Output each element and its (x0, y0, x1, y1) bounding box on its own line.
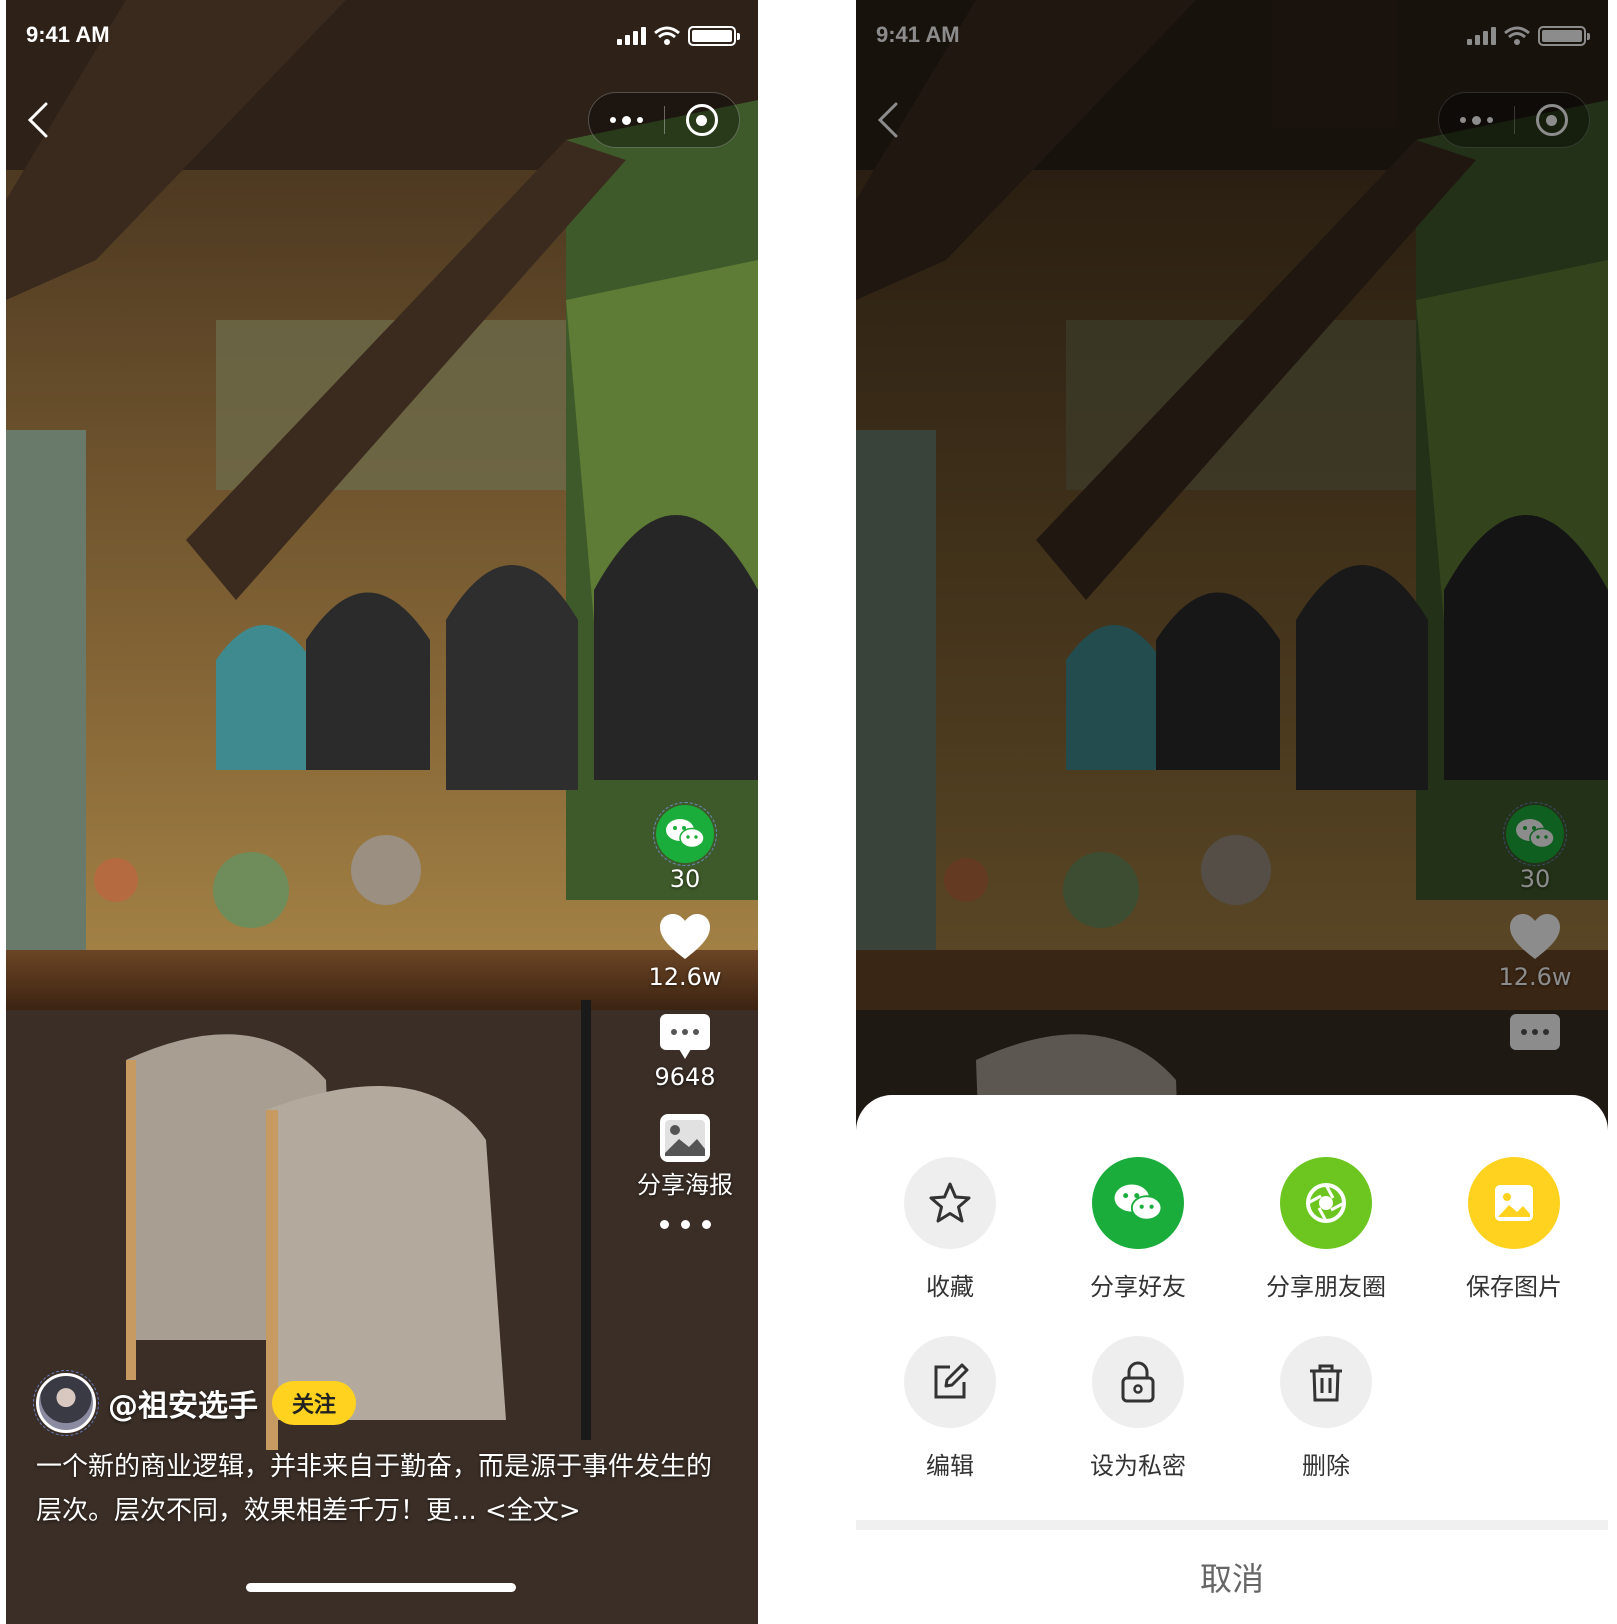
home-indicator (246, 1583, 516, 1592)
wechat-icon (653, 802, 717, 866)
trash-icon (1280, 1336, 1372, 1428)
edit-option[interactable]: 编辑 (856, 1336, 1044, 1481)
set-private-label: 设为私密 (1090, 1452, 1186, 1480)
save-image-label: 保存图片 (1466, 1273, 1562, 1301)
miniprogram-capsule (588, 92, 740, 148)
avatar[interactable] (33, 1370, 99, 1436)
image-icon (1468, 1157, 1560, 1249)
comment-icon (659, 1014, 710, 1059)
wechat-share-count: 30 (669, 865, 701, 893)
delete-label: 删除 (1302, 1452, 1350, 1480)
feed-screen: 9:41 AM 30 12.6w 9648 分享海报 @祖安选手 关注 一个新的… (6, 0, 758, 1624)
share-moments-label: 分享朋友圈 (1266, 1273, 1386, 1301)
wechat-icon (1092, 1157, 1184, 1249)
comment-action[interactable]: 9648 (654, 1013, 716, 1091)
sheet-divider (856, 1520, 1608, 1530)
set-private-option[interactable]: 设为私密 (1044, 1336, 1232, 1481)
follow-button[interactable]: 关注 (272, 1381, 357, 1425)
share-options-grid: 收藏 分享好友 分享朋友圈 保存图片 编辑 设为私密 删除 (856, 1157, 1608, 1481)
share-sheet-screen: 9:41 AM 30 12.6w 收藏 分享好友 分享朋友圈 保存图片 编辑 设… (856, 0, 1608, 1624)
lock-icon (1092, 1336, 1184, 1428)
share-moments-option[interactable]: 分享朋友圈 (1232, 1157, 1420, 1302)
favorite-label: 收藏 (926, 1273, 974, 1301)
share-poster-label: 分享海报 (637, 1171, 733, 1199)
cancel-button[interactable]: 取消 (856, 1530, 1608, 1624)
author-row: @祖安选手 关注 (33, 1370, 357, 1436)
status-bar: 9:41 AM (6, 0, 758, 70)
share-friend-option[interactable]: 分享好友 (1044, 1157, 1232, 1302)
share-sheet: 收藏 分享好友 分享朋友圈 保存图片 编辑 设为私密 删除 取消 (856, 1095, 1608, 1624)
save-image-option[interactable]: 保存图片 (1420, 1157, 1608, 1302)
post-caption[interactable]: 一个新的商业逻辑，并非来自于勤奋，而是源于事件发生的层次。层次不同，效果相差千万… (36, 1445, 736, 1533)
battery-icon (688, 26, 740, 46)
signal-icon (617, 27, 646, 45)
back-arrow-icon[interactable] (20, 98, 56, 142)
share-poster-action[interactable]: 分享海报 (637, 1113, 733, 1200)
status-icons (617, 26, 740, 46)
edit-label: 编辑 (926, 1452, 974, 1480)
poster-image-icon (660, 1114, 710, 1162)
wifi-icon (654, 26, 680, 45)
status-time: 9:41 AM (26, 22, 110, 47)
like-action[interactable]: 12.6w (648, 913, 722, 991)
delete-option[interactable]: 删除 (1232, 1336, 1420, 1481)
side-actions: 30 12.6w 9648 分享海报 (630, 802, 740, 1229)
heart-icon (659, 914, 710, 959)
favorite-option[interactable]: 收藏 (856, 1157, 1044, 1302)
wechat-share-action[interactable]: 30 (653, 802, 717, 893)
close-miniprogram-button[interactable] (665, 93, 740, 147)
author-name[interactable]: @祖安选手 (108, 1381, 258, 1425)
more-options-icon[interactable] (659, 1220, 711, 1229)
star-icon (904, 1157, 996, 1249)
more-menu-button[interactable] (589, 93, 664, 147)
edit-icon (904, 1336, 996, 1428)
share-friend-label: 分享好友 (1090, 1273, 1186, 1301)
moments-icon (1280, 1157, 1372, 1249)
comment-count: 9648 (654, 1063, 716, 1091)
like-count: 12.6w (648, 963, 722, 991)
